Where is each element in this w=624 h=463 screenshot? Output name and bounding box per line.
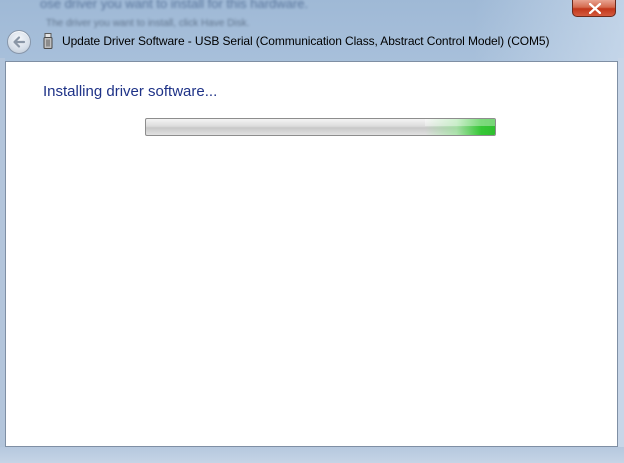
usb-device-icon	[43, 33, 53, 49]
back-button[interactable]	[7, 30, 31, 54]
content-panel: Installing driver software...	[5, 61, 618, 447]
progress-marquee-highlight	[425, 119, 495, 135]
window-frame-bottom	[0, 447, 624, 463]
close-button[interactable]	[572, 0, 616, 17]
window-frame-right	[618, 58, 624, 449]
desktop-background: ose driver you want to install for this …	[0, 0, 624, 463]
progress-bar	[145, 118, 496, 136]
installing-heading: Installing driver software...	[43, 83, 218, 100]
title-bar: Update Driver Software - USB Serial (Com…	[0, 26, 624, 58]
update-driver-window: Update Driver Software - USB Serial (Com…	[0, 0, 624, 463]
back-arrow-icon	[13, 36, 26, 48]
window-title: Update Driver Software - USB Serial (Com…	[62, 34, 550, 48]
close-icon	[589, 3, 601, 14]
